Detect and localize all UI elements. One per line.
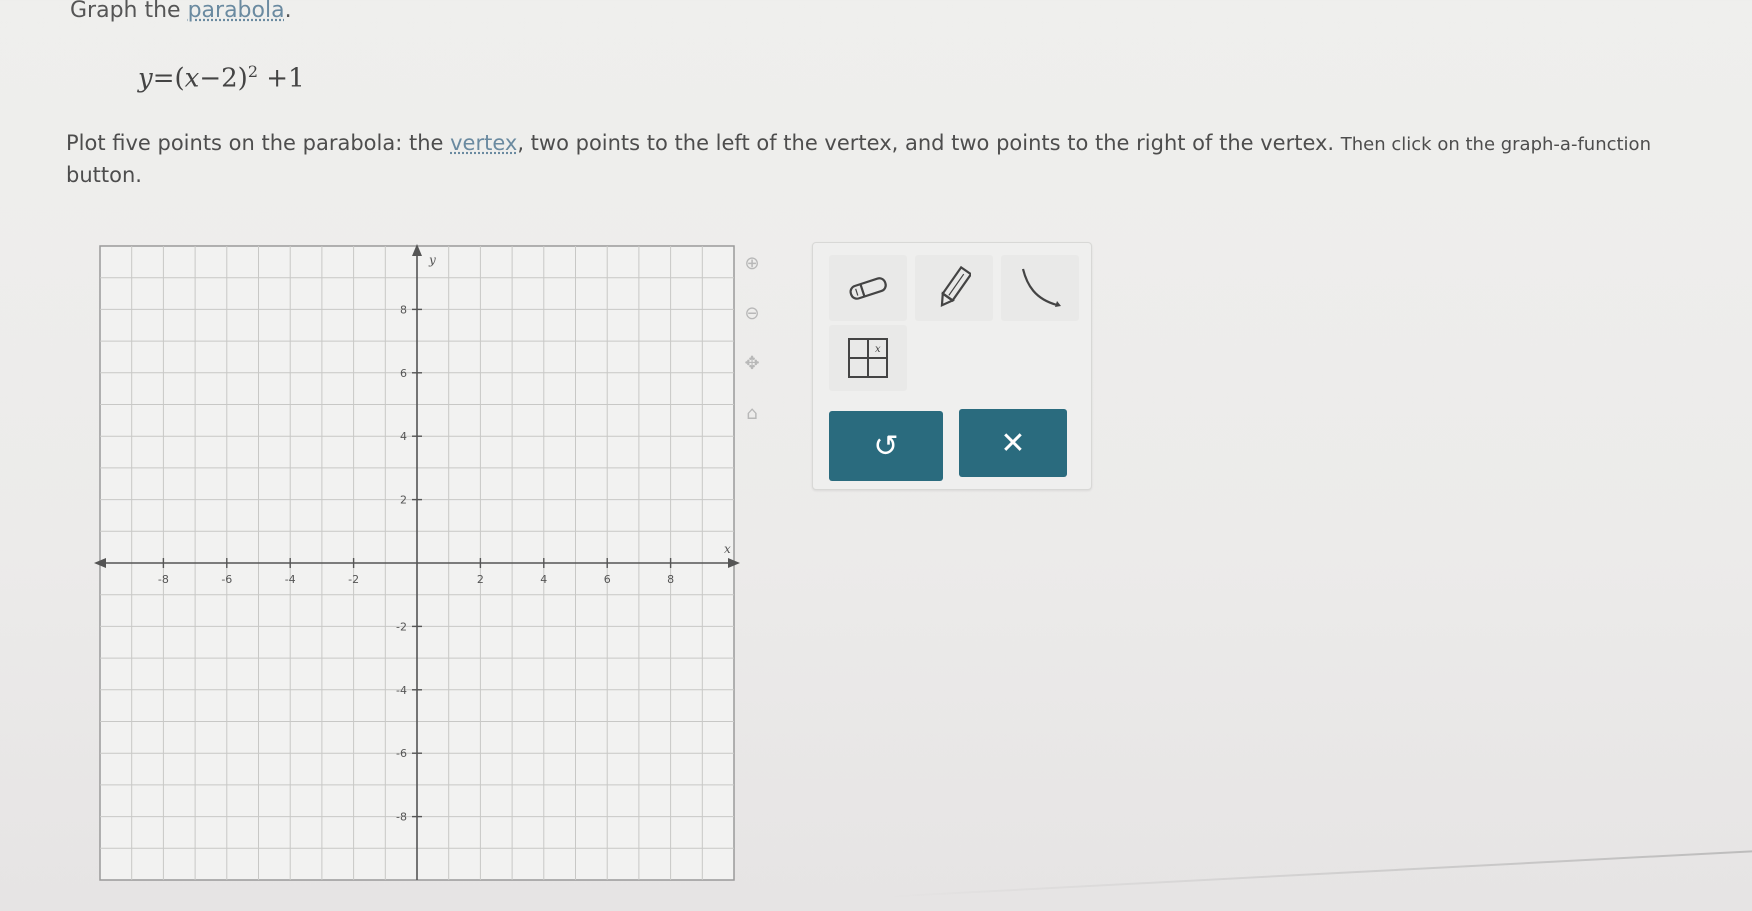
x-tick-label: -4 xyxy=(285,573,296,586)
title-prefix: Graph the xyxy=(70,0,188,23)
undo-icon: ↺ xyxy=(873,428,899,464)
y-tick-label: 4 xyxy=(400,430,407,443)
instructions: Plot five points on the parabola: the ve… xyxy=(66,128,1706,190)
page-title: Graph the parabola. xyxy=(70,0,292,23)
graph-function-icon xyxy=(1021,268,1061,307)
clear-button[interactable]: ✕ xyxy=(959,409,1067,477)
x-tick-label: 4 xyxy=(540,573,547,586)
y-tick-label: -4 xyxy=(396,684,407,697)
y-tick-label: -6 xyxy=(396,747,407,760)
eq-sign: = xyxy=(152,63,175,94)
eq-one: 1 xyxy=(288,63,305,94)
instructions-part3: Then click on the graph-a-function xyxy=(1340,134,1651,155)
y-tick-label: 2 xyxy=(400,494,407,507)
coordinate-grid[interactable]: -8 -6 -4 -2 2 4 6 8 8 6 4 2 -2 -4 -6 -8 x y xyxy=(94,244,740,911)
svg-text:x: x xyxy=(875,344,881,355)
x-tick-label: -8 xyxy=(158,573,169,586)
eq-minus: − xyxy=(199,63,222,94)
x-tick-label: 2 xyxy=(477,573,484,586)
instructions-part2: , two points to the left of the vertex, … xyxy=(517,131,1341,155)
y-tick-label: -8 xyxy=(396,811,407,824)
eraser-icon xyxy=(849,277,887,300)
x-axis-label: x xyxy=(724,542,731,556)
y-axis-label: y xyxy=(428,253,436,267)
eq-exponent: 2 xyxy=(247,62,259,81)
x-tick-label: -6 xyxy=(221,573,232,586)
equation: y=(x−2)2 +1 xyxy=(138,62,305,94)
y-tick-label: 8 xyxy=(400,303,407,316)
x-tick-label: 8 xyxy=(667,573,674,586)
eq-plus: + xyxy=(266,63,289,94)
side-toolbar: ⊕ ⊖ ✥ ⌂ xyxy=(740,252,770,452)
title-suffix: . xyxy=(284,0,292,23)
table-icon: x xyxy=(848,338,888,378)
parabola-link[interactable]: parabola xyxy=(188,0,285,23)
x-tick-label: -2 xyxy=(348,573,359,586)
zoom-in-icon[interactable]: ⊕ xyxy=(740,252,764,276)
pencil-button[interactable] xyxy=(915,255,993,321)
graph-area[interactable]: -8 -6 -4 -2 2 4 6 8 8 6 4 2 -2 -4 -6 -8 x y xyxy=(94,244,740,911)
eraser-button[interactable] xyxy=(829,255,907,321)
move-icon[interactable]: ✥ xyxy=(740,352,764,376)
undo-button[interactable]: ↺ xyxy=(829,411,943,481)
eq-var: x xyxy=(184,63,200,94)
eq-two: 2 xyxy=(221,63,238,94)
zoom-out-icon[interactable]: ⊖ xyxy=(740,302,764,326)
instructions-part4: button. xyxy=(66,163,142,187)
eq-close-paren: ) xyxy=(237,63,248,94)
graph-function-button[interactable] xyxy=(1001,255,1079,321)
table-button[interactable]: x xyxy=(829,325,907,391)
x-tick-label: 6 xyxy=(604,573,611,586)
pencil-icon xyxy=(940,265,971,307)
y-tick-label: -2 xyxy=(396,620,407,633)
instructions-part1: Plot five points on the parabola: the xyxy=(66,131,451,155)
vertex-link[interactable]: vertex xyxy=(450,131,517,155)
close-icon: ✕ xyxy=(1000,425,1026,461)
y-tick-label: 6 xyxy=(400,367,407,380)
eq-lhs: y xyxy=(138,63,153,94)
tool-panel: x ↺ ✕ xyxy=(812,242,1092,490)
eq-open-paren: ( xyxy=(174,63,185,94)
shadow-divider xyxy=(879,849,1752,898)
reset-view-icon[interactable]: ⌂ xyxy=(740,402,764,426)
